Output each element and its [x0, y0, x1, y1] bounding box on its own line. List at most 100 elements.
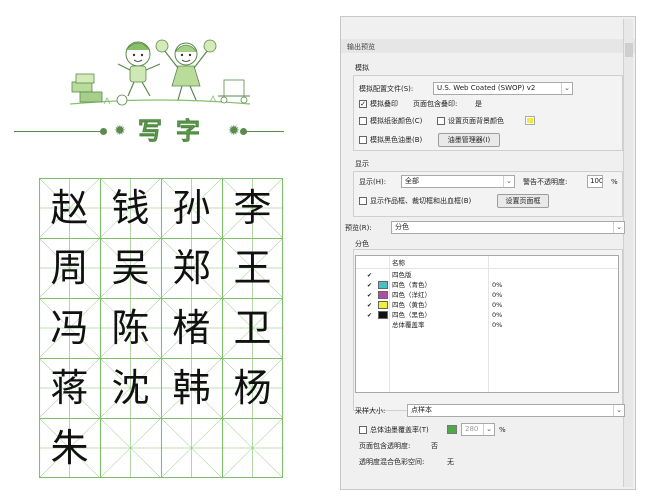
grid-character: 杨	[233, 366, 272, 410]
column-name-header: 名称	[392, 259, 405, 267]
separation-visibility-toggle[interactable]: ✔	[366, 300, 373, 310]
bg-color-checkbox[interactable]	[437, 117, 445, 125]
profile-label: 模拟配置文件(S):	[359, 85, 414, 93]
grid-character: 朱	[50, 426, 89, 470]
separation-row[interactable]: 总体覆盖率 0%	[356, 320, 618, 330]
page-overprint-value: 是	[475, 100, 482, 108]
worksheet-panel: ✹ 写字 ✹ 赵钱孙李周吴郑王冯陈楮卫蒋沈韩杨朱	[0, 0, 300, 496]
separation-value: 0%	[492, 311, 503, 319]
flower-icon: ✹	[228, 123, 240, 139]
separations-header: 名称	[356, 258, 618, 268]
separation-value: 0%	[492, 321, 503, 329]
separation-value: 0%	[492, 301, 503, 309]
paper-color-label: 模拟纸张颜色(C)	[370, 117, 423, 125]
ink-manager-button[interactable]: 油墨管理器(I)	[438, 133, 500, 147]
grid-character: 赵	[50, 186, 89, 230]
total-ink-unit: %	[499, 426, 506, 434]
profile-select[interactable]: U.S. Web Coated (SWOP) v2 ⌄	[433, 82, 573, 95]
separations-list: 名称 ✔ 四色版 ✔ 四色（青色） 0% ✔ 四色（洋红） 0% ✔ 四色（黄色） 0% ✔ 四色（黑色…	[355, 255, 619, 393]
warn-opacity-label: 警告不透明度:	[523, 178, 568, 186]
overprint-checkbox[interactable]: ✓	[359, 100, 367, 108]
separations-heading: 分色	[355, 240, 369, 248]
dialog-title: 输出预览	[347, 43, 375, 51]
separation-color-swatch	[378, 281, 388, 289]
separation-visibility-toggle[interactable]: ✔	[366, 280, 373, 290]
check-icon: ✔	[366, 312, 373, 319]
separation-color-swatch	[378, 311, 388, 319]
total-ink-select[interactable]: 280 ⌄	[461, 423, 495, 436]
show-select[interactable]: 全部 ⌄	[401, 175, 515, 188]
dialog-titlebar[interactable]	[341, 39, 635, 53]
separation-name: 四色（黑色）	[392, 311, 431, 319]
total-ink-value: 280	[465, 425, 479, 433]
sample-select-value: 点样本	[411, 406, 432, 414]
separation-visibility-toggle[interactable]: ✔	[366, 290, 373, 300]
separation-name: 总体覆盖率	[392, 321, 425, 329]
paper-color-checkbox[interactable]	[359, 117, 367, 125]
title-rule-left	[14, 131, 100, 132]
grid-character: 钱	[111, 186, 150, 230]
grid-character: 沈	[111, 366, 150, 410]
page-overprint-label: 页面包含叠印:	[413, 100, 458, 108]
overprint-label: 模拟叠印	[370, 100, 398, 108]
practice-grid: 赵钱孙李周吴郑王冯陈楮卫蒋沈韩杨朱	[39, 178, 283, 478]
separation-row[interactable]: ✔ 四色（洋红） 0%	[356, 290, 618, 300]
title-dot-right	[240, 128, 247, 135]
check-icon	[366, 320, 373, 327]
preview-select[interactable]: 分色 ⌄	[391, 221, 625, 234]
title-dot-left	[100, 128, 107, 135]
chevron-down-icon: ⌄	[613, 405, 624, 416]
show-select-value: 全部	[405, 177, 419, 185]
grid-character: 吴	[111, 246, 150, 290]
separation-name: 四色（青色）	[392, 281, 431, 289]
page-box-button[interactable]: 设置页面框	[497, 194, 549, 208]
bg-color-label: 设置页面背景颜色	[448, 117, 504, 125]
profile-select-value: U.S. Web Coated (SWOP) v2	[437, 84, 536, 92]
art-trim-checkbox[interactable]	[359, 197, 367, 205]
separation-row[interactable]: ✔ 四色（黄色） 0%	[356, 300, 618, 310]
grid-character: 卫	[233, 306, 272, 350]
scrollbar-thumb[interactable]	[625, 43, 633, 57]
separation-row[interactable]: ✔ 四色（黑色） 0%	[356, 310, 618, 320]
chevron-down-icon: ⌄	[483, 424, 494, 435]
separation-color-swatch	[378, 301, 388, 309]
separation-row[interactable]: ✔ 四色（青色） 0%	[356, 280, 618, 290]
grid-character: 蒋	[50, 366, 89, 410]
chevron-down-icon: ⌄	[613, 222, 624, 233]
page-transparency-value: 否	[431, 442, 438, 450]
black-ink-label: 模拟黑色油墨(B)	[370, 136, 423, 144]
chevron-down-icon: ⌄	[503, 176, 514, 187]
grid-character: 孙	[172, 186, 211, 230]
page-transparency-label: 页面包含透明度:	[359, 442, 411, 450]
grid-character: 王	[233, 246, 272, 290]
check-icon: ✔	[366, 292, 373, 299]
black-ink-checkbox[interactable]	[359, 136, 367, 144]
worksheet-title: 写字	[138, 117, 214, 145]
separation-value: 0%	[492, 281, 503, 289]
check-icon: ✔	[366, 302, 373, 309]
chevron-down-icon: ⌄	[561, 83, 572, 94]
separation-visibility-toggle[interactable]: ✔	[366, 310, 373, 320]
total-ink-checkbox[interactable]	[359, 426, 367, 434]
separation-row[interactable]: ✔ 四色版	[356, 270, 618, 280]
separation-name: 四色（黄色）	[392, 301, 431, 309]
output-preview-dialog: 输出预览 模拟 模拟配置文件(S): U.S. Web Coated (SWOP…	[340, 16, 636, 490]
separation-visibility-toggle[interactable]: ✔	[366, 270, 373, 280]
display-heading: 显示	[355, 160, 369, 168]
sample-select[interactable]: 点样本 ⌄	[407, 404, 625, 417]
grid-character: 陈	[111, 306, 150, 350]
warn-opacity-input[interactable]: 100	[587, 175, 603, 188]
warn-opacity-unit: %	[611, 178, 618, 186]
bg-color-swatch[interactable]	[525, 116, 535, 125]
show-label: 显示(H):	[359, 178, 387, 186]
title-rule-right	[247, 131, 284, 132]
blend-space-label: 透明度混合色彩空间:	[359, 458, 425, 466]
art-trim-label: 显示作品框、裁切框和出血框(B)	[370, 197, 472, 205]
total-ink-swatch[interactable]	[447, 425, 457, 434]
separation-visibility-toggle[interactable]	[366, 320, 373, 330]
sample-label: 采样大小:	[355, 407, 386, 415]
grid-character: 周	[50, 246, 89, 290]
grid-character: 楮	[172, 306, 211, 350]
flower-icon: ✹	[114, 123, 126, 139]
separation-value: 0%	[492, 291, 503, 299]
